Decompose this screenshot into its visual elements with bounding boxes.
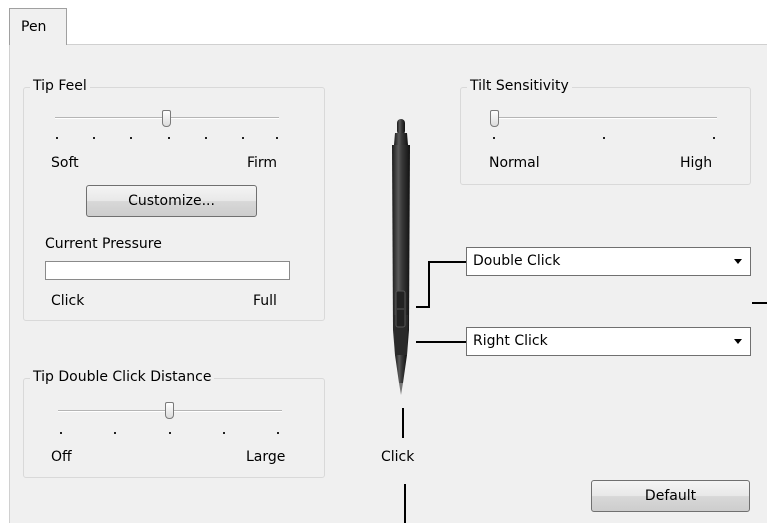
lower-side-button-value: Right Click xyxy=(473,333,548,349)
tilt-slider-thumb[interactable] xyxy=(490,110,499,127)
tip-double-click-tick xyxy=(60,432,62,434)
tip-feel-tick xyxy=(205,137,207,139)
tip-feel-slider-thumb[interactable] xyxy=(162,110,171,127)
upper-button-connector-h xyxy=(428,261,466,263)
tilt-tick xyxy=(603,137,605,139)
tilt-min-label: Normal xyxy=(489,155,540,171)
current-pressure-bar xyxy=(45,261,290,280)
tip-feel-tick xyxy=(168,137,170,139)
tip-double-click-tick xyxy=(114,432,116,434)
tip-feel-tick xyxy=(93,137,95,139)
lower-button-connector xyxy=(416,341,466,343)
tip-double-click-tick xyxy=(223,432,225,434)
lower-side-button-select[interactable]: Right Click xyxy=(466,327,751,356)
tilt-slider-track[interactable] xyxy=(493,117,717,119)
upper-side-button-select[interactable]: Double Click xyxy=(466,247,751,276)
tip-connector-top xyxy=(402,408,404,438)
tip-double-click-tick xyxy=(169,432,171,434)
chevron-down-icon xyxy=(734,339,742,344)
tab-pen[interactable]: Pen xyxy=(9,8,67,45)
customize-button-label: Customize... xyxy=(128,193,215,209)
tip-double-click-min-label: Off xyxy=(51,449,72,465)
tilt-sensitivity-title: Tilt Sensitivity xyxy=(467,78,572,94)
tab-pen-label: Pen xyxy=(21,19,47,35)
tip-feel-title: Tip Feel xyxy=(30,78,90,94)
tip-feel-max-label: Firm xyxy=(247,155,278,171)
tilt-tick xyxy=(713,137,715,139)
pressure-max-label: Full xyxy=(253,293,277,309)
tip-double-click-title: Tip Double Click Distance xyxy=(30,369,215,385)
upper-button-connector-v xyxy=(428,261,430,307)
upper-button-connector-h2 xyxy=(416,306,430,308)
tip-action-label: Click xyxy=(381,449,415,465)
current-pressure-label: Current Pressure xyxy=(45,236,162,252)
tilt-tick xyxy=(493,137,495,139)
default-button-label: Default xyxy=(644,488,697,504)
tip-feel-tick xyxy=(130,137,132,139)
tip-feel-tick xyxy=(276,137,278,139)
tip-feel-min-label: Soft xyxy=(51,155,79,171)
tip-connector-bottom xyxy=(404,484,406,523)
tip-feel-tick xyxy=(242,137,244,139)
tip-feel-tick xyxy=(56,137,58,139)
customize-button[interactable]: Customize... xyxy=(86,185,257,217)
pressure-min-label: Click xyxy=(51,293,85,309)
upper-side-button-value: Double Click xyxy=(473,253,561,269)
pen-illustration xyxy=(392,119,410,395)
chevron-down-icon xyxy=(734,259,742,264)
default-button[interactable]: Default xyxy=(591,480,750,512)
tip-double-click-tick xyxy=(277,432,279,434)
tip-double-click-slider-thumb[interactable] xyxy=(165,402,174,419)
edge-connector xyxy=(752,302,767,304)
tip-double-click-max-label: Large xyxy=(246,449,286,465)
tilt-max-label: High xyxy=(680,155,713,171)
